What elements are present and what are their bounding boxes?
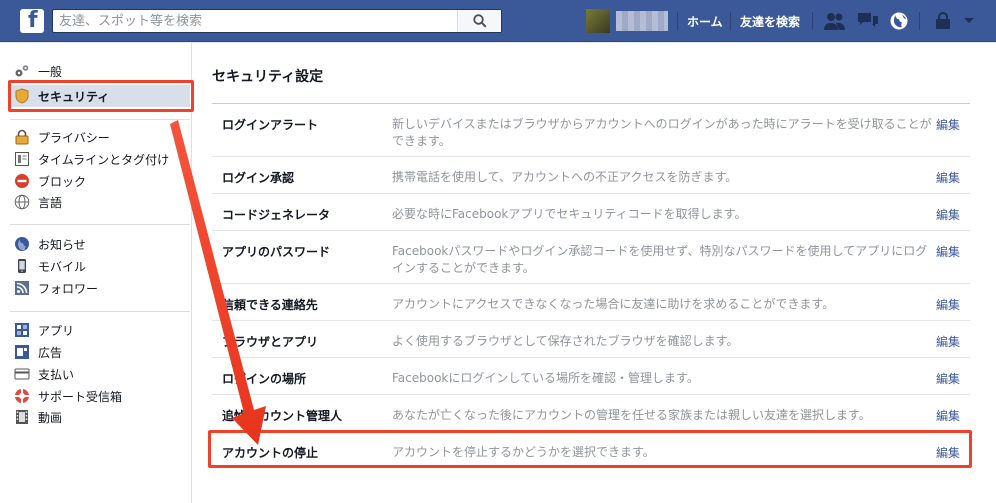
annotation-arrow — [170, 120, 266, 445]
